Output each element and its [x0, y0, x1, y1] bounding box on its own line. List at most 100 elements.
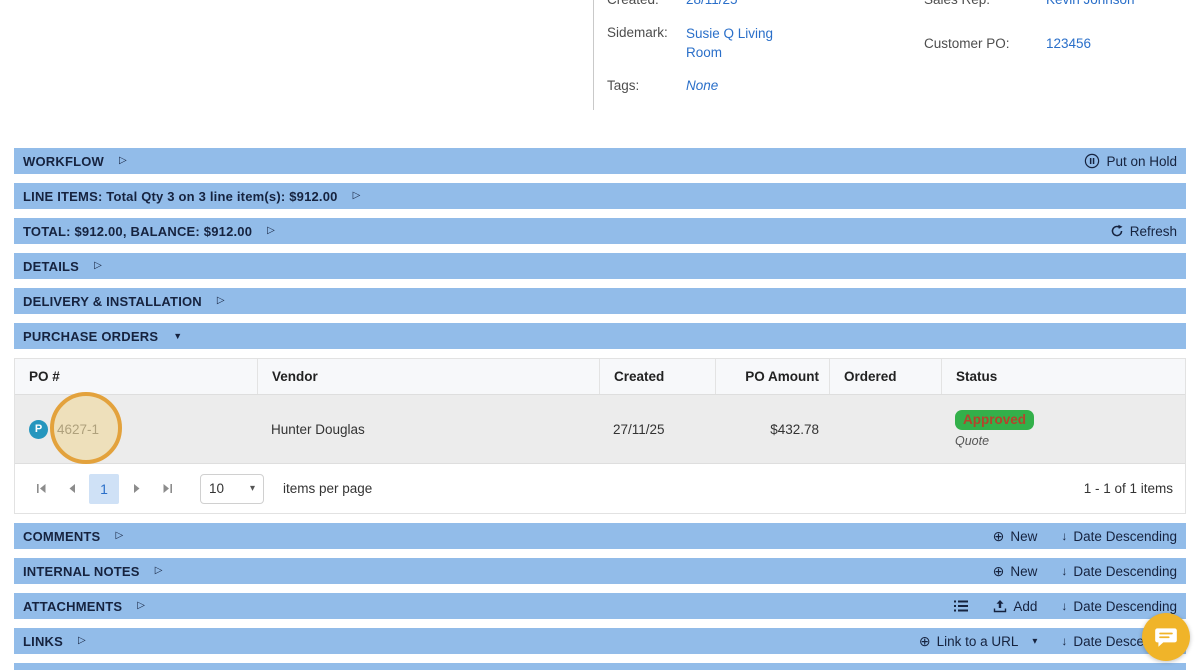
- collapse-icon[interactable]: ▼: [173, 331, 182, 341]
- expand-icon[interactable]: ▷: [119, 156, 127, 166]
- sales-rep-label: Sales Rep:: [924, 0, 1046, 9]
- section-details[interactable]: DETAILS ▷: [14, 253, 1186, 279]
- col-header-created[interactable]: Created: [599, 359, 715, 394]
- link-to-url-button[interactable]: ⊕ Link to a URL ▾: [919, 634, 1038, 649]
- created-label: Created:: [607, 0, 686, 9]
- add-attachment-button[interactable]: Add: [993, 599, 1037, 614]
- created-cell: 27/11/25: [613, 421, 665, 437]
- attachments-actions: Add ↓ Date Descending: [953, 599, 1177, 614]
- attachments-sort-button[interactable]: ↓ Date Descending: [1061, 599, 1177, 614]
- new-comment-button[interactable]: ⊕ New: [993, 529, 1038, 544]
- customer-po-value-link[interactable]: 123456: [1046, 35, 1091, 53]
- internal-notes-actions: ⊕ New ↓ Date Descending: [993, 564, 1177, 579]
- purchase-orders-table: PO # Vendor Created PO Amount Ordered St…: [14, 358, 1186, 514]
- attachments-title: ATTACHMENTS: [23, 598, 123, 614]
- prev-page-icon: [69, 484, 75, 493]
- internal-notes-title: INTERNAL NOTES: [23, 563, 140, 579]
- tags-label: Tags:: [607, 78, 640, 93]
- caret-down-icon: ▾: [1032, 635, 1038, 647]
- attachments-list-view-button[interactable]: [953, 599, 969, 613]
- put-on-hold-button[interactable]: Put on Hold: [1084, 153, 1177, 169]
- last-page-icon: [163, 484, 172, 493]
- po-amount-cell: $432.78: [770, 421, 819, 437]
- links-actions: ⊕ Link to a URL ▾ ↓ Date Descending: [919, 634, 1177, 649]
- section-total[interactable]: TOTAL: $912.00, BALANCE: $912.00 ▷ Refre…: [14, 218, 1186, 244]
- add-attachment-label: Add: [1013, 598, 1038, 614]
- vertical-divider: [593, 0, 594, 110]
- expand-icon[interactable]: ▷: [94, 261, 102, 271]
- expand-icon[interactable]: ▷: [353, 191, 361, 201]
- order-info-panel: Created: 28/11/25 Sidemark: Susie Q Livi…: [0, 0, 1200, 148]
- links-title: LINKS: [23, 633, 63, 649]
- sidemark-label: Sidemark:: [607, 25, 668, 40]
- chat-button[interactable]: [1142, 613, 1190, 661]
- customer-po-row: Customer PO: 123456: [924, 35, 1194, 53]
- link-to-url-label: Link to a URL: [936, 633, 1019, 649]
- page-size-value: 10: [209, 481, 225, 496]
- sidemark-value-link[interactable]: Susie Q Living Room: [686, 24, 783, 62]
- purchase-orders-title: PURCHASE ORDERS: [23, 328, 159, 344]
- section-purchase-orders[interactable]: PURCHASE ORDERS ▼: [14, 323, 1186, 349]
- section-delivery-installation[interactable]: DELIVERY & INSTALLATION ▷: [14, 288, 1186, 314]
- refresh-button[interactable]: Refresh: [1110, 224, 1177, 239]
- line-items-title: LINE ITEMS: Total Qty 3 on 3 line item(s…: [23, 188, 338, 204]
- po-type-icon: P: [29, 419, 48, 439]
- delivery-title: DELIVERY & INSTALLATION: [23, 293, 202, 309]
- col-header-vendor[interactable]: Vendor: [257, 359, 599, 394]
- arrow-down-icon: ↓: [1061, 599, 1068, 613]
- col-header-po-amount[interactable]: PO Amount: [715, 359, 829, 394]
- section-workflow[interactable]: WORKFLOW ▷ Put on Hold: [14, 148, 1186, 174]
- refresh-label: Refresh: [1129, 223, 1177, 239]
- next-page-icon: [133, 484, 139, 493]
- comments-sort-label: Date Descending: [1073, 528, 1177, 544]
- expand-icon[interactable]: ▷: [78, 636, 86, 646]
- section-links[interactable]: LINKS ▷ ⊕ Link to a URL ▾ ↓ Date Descend…: [14, 628, 1186, 654]
- expand-icon[interactable]: ▷: [115, 531, 123, 541]
- created-value-link[interactable]: 28/11/25: [686, 0, 738, 9]
- comments-actions: ⊕ New ↓ Date Descending: [993, 529, 1177, 544]
- notes-sort-label: Date Descending: [1073, 563, 1177, 579]
- page-size-dropdown[interactable]: 10 ▾: [200, 473, 264, 504]
- arrow-down-icon: ↓: [1061, 529, 1068, 543]
- next-page-button[interactable]: [122, 475, 150, 503]
- items-per-page-label: items per page: [283, 481, 373, 496]
- sales-rep-row: Sales Rep: Kevin Johnson: [924, 0, 1194, 9]
- section-comments[interactable]: COMMENTS ▷ ⊕ New ↓ Date Descending: [14, 523, 1186, 549]
- po-number-link[interactable]: 4627-1: [57, 422, 99, 437]
- col-header-po[interactable]: PO #: [15, 359, 257, 394]
- section-partial-cutoff[interactable]: [14, 663, 1186, 670]
- expand-icon[interactable]: ▷: [267, 226, 275, 236]
- section-internal-notes[interactable]: INTERNAL NOTES ▷ ⊕ New ↓ Date Descending: [14, 558, 1186, 584]
- expand-icon[interactable]: ▷: [155, 566, 163, 576]
- current-page-button[interactable]: 1: [89, 473, 119, 504]
- prev-page-button[interactable]: [58, 475, 86, 503]
- info-right-column: Sales Rep: Kevin Johnson Customer PO: 12…: [924, 0, 1194, 79]
- table-row[interactable]: P 4627-1 Hunter Douglas 27/11/25 $432.78…: [15, 392, 1185, 464]
- notes-sort-button[interactable]: ↓ Date Descending: [1061, 564, 1177, 579]
- status-cell: Approved Quote: [941, 410, 1185, 448]
- comments-sort-button[interactable]: ↓ Date Descending: [1061, 529, 1177, 544]
- section-line-items[interactable]: LINE ITEMS: Total Qty 3 on 3 line item(s…: [14, 183, 1186, 209]
- section-attachments[interactable]: ATTACHMENTS ▷ Add ↓ Date Descending: [14, 593, 1186, 619]
- pause-circle-icon: [1085, 153, 1100, 169]
- expand-icon[interactable]: ▷: [217, 296, 225, 306]
- list-icon: [954, 600, 969, 612]
- caret-down-icon: ▾: [249, 483, 255, 494]
- new-note-button[interactable]: ⊕ New: [993, 564, 1038, 579]
- workflow-title: WORKFLOW: [23, 153, 105, 169]
- col-header-status[interactable]: Status: [941, 359, 1185, 394]
- refresh-icon: [1111, 224, 1123, 237]
- status-badge: Approved: [955, 410, 1035, 430]
- arrow-down-icon: ↓: [1061, 634, 1068, 648]
- col-header-ordered[interactable]: Ordered: [829, 359, 941, 394]
- last-page-button[interactable]: [153, 475, 181, 503]
- pager-range-label: 1 - 1 of 1 items: [1083, 481, 1173, 496]
- plus-circle-icon: ⊕: [992, 563, 1005, 579]
- info-left-column: Created: 28/11/25 Sidemark: Susie Q Livi…: [607, 0, 907, 110]
- total-title: TOTAL: $912.00, BALANCE: $912.00: [23, 223, 253, 239]
- first-page-button[interactable]: [27, 475, 55, 503]
- sales-rep-value-link[interactable]: Kevin Johnson: [1046, 0, 1135, 9]
- tags-value-link[interactable]: None: [686, 77, 718, 95]
- expand-icon[interactable]: ▷: [137, 601, 145, 611]
- comments-title: COMMENTS: [23, 528, 101, 544]
